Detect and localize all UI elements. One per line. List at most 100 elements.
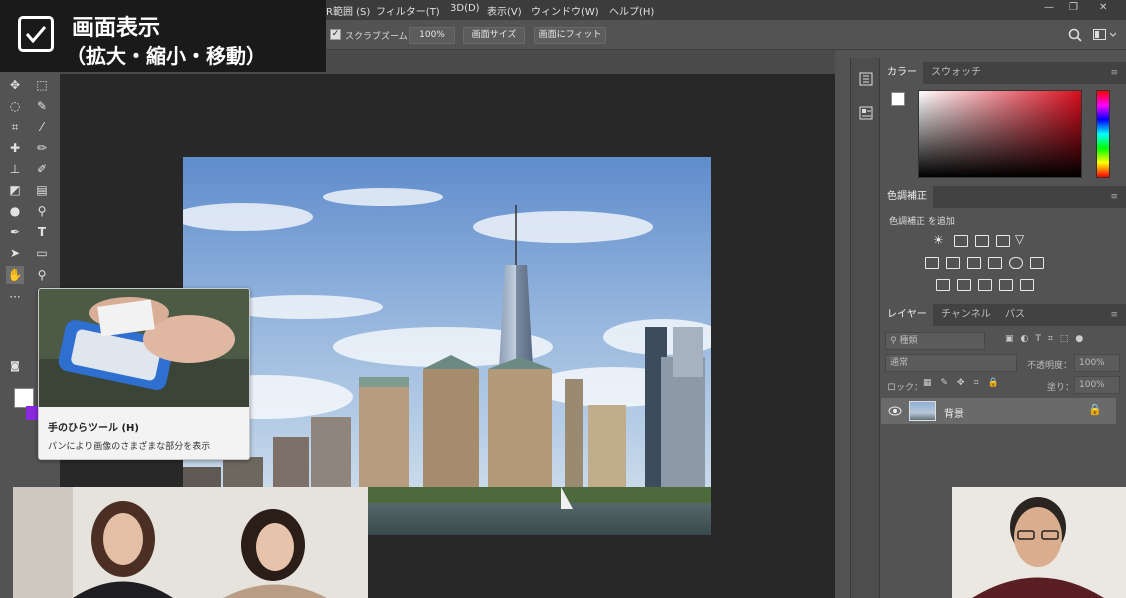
marquee-tool-icon[interactable]: ⬚ xyxy=(33,76,51,94)
color-balance-icon[interactable] xyxy=(946,257,960,269)
brightness-icon[interactable]: ☀ xyxy=(933,233,944,247)
properties-panel-icon[interactable] xyxy=(859,106,873,120)
tab-adjustments[interactable]: 色調補正 xyxy=(881,186,933,208)
fill-label: 塗り： xyxy=(1047,383,1075,393)
checkbox-icon xyxy=(18,16,54,52)
layer-kind-filter[interactable]: ⚲ 種類 xyxy=(885,332,985,350)
color-panel-header: カラー スウォッチ ≡ xyxy=(881,62,1126,84)
opacity-input[interactable]: 100% xyxy=(1074,354,1120,372)
photo-filter-icon[interactable] xyxy=(988,257,1002,269)
dodge-tool-icon[interactable]: ⚲ xyxy=(33,202,51,220)
quick-select-tool-icon[interactable]: ✎ xyxy=(33,97,51,115)
tab-swatches[interactable]: スウォッチ xyxy=(925,62,987,84)
lock-icons[interactable]: ▦✎✥⌗🔒 xyxy=(923,378,1008,388)
background-color-swatch[interactable] xyxy=(26,406,38,420)
blur-tool-icon[interactable]: ● xyxy=(6,202,24,220)
layer-thumbnail xyxy=(909,401,936,421)
edit-toolbar-icon[interactable]: ··· xyxy=(6,288,24,306)
hue-saturation-icon[interactable] xyxy=(925,257,939,269)
history-brush-tool-icon[interactable]: ✐ xyxy=(33,160,51,178)
levels-icon[interactable] xyxy=(954,235,968,247)
canvas-image[interactable] xyxy=(183,157,711,535)
menu-view[interactable]: 表示(V) xyxy=(487,3,522,18)
quick-mask-icon[interactable]: ◙ xyxy=(6,358,24,376)
layer-row-background[interactable]: 背景 🔒 xyxy=(881,398,1116,424)
scrubby-zoom-label: スクラブズーム xyxy=(345,32,408,42)
opacity-label: 不透明度： xyxy=(1027,361,1073,371)
search-icon[interactable] xyxy=(1068,28,1082,42)
add-adjustment-label: 色調補正 を追加 xyxy=(889,217,955,227)
history-panel-icon[interactable] xyxy=(859,72,873,86)
fit-screen-button[interactable]: 画面にフィット xyxy=(534,27,606,44)
foreground-color-swatch[interactable] xyxy=(14,388,34,408)
gradient-tool-icon[interactable]: ▤ xyxy=(33,181,51,199)
eyedropper-tool-icon[interactable]: ⁄ xyxy=(33,118,51,136)
workspace-icon[interactable] xyxy=(1093,29,1117,41)
zoom-tool-icon[interactable]: ⚲ xyxy=(33,266,51,284)
hand-tool-icon[interactable]: ✋ xyxy=(6,266,24,284)
panel-menu-icon[interactable]: ≡ xyxy=(1110,192,1118,202)
menu-filter[interactable]: フィルター(T) xyxy=(376,3,440,18)
eye-icon[interactable] xyxy=(888,405,902,417)
close-icon[interactable]: ✕ xyxy=(1099,2,1107,13)
blend-mode-select[interactable]: 通常 xyxy=(885,354,1017,372)
lock-label: ロック： xyxy=(887,383,924,393)
vibrance-icon[interactable]: ▽ xyxy=(1015,232,1024,246)
minimize-icon[interactable]: — xyxy=(1044,2,1054,13)
crop-tool-icon[interactable]: ⌗ xyxy=(6,118,24,136)
invert-icon[interactable] xyxy=(936,279,950,291)
curves-icon[interactable] xyxy=(975,235,989,247)
menu-window[interactable]: ウィンドウ(W) xyxy=(531,3,599,18)
path-select-tool-icon[interactable]: ➤ xyxy=(6,244,24,262)
webcam-instructor xyxy=(952,487,1126,598)
color-fg-swatch[interactable] xyxy=(891,92,905,106)
tooltip-preview-image xyxy=(39,289,249,407)
panel-menu-icon[interactable]: ≡ xyxy=(1110,68,1118,78)
presenters-image xyxy=(13,487,368,598)
gradient-map-icon[interactable] xyxy=(1020,279,1034,291)
menu-3d[interactable]: 3D(D) xyxy=(450,3,480,14)
tooltip-title: 手のひらツール (H) xyxy=(48,423,139,434)
menu-help[interactable]: ヘルプ(H) xyxy=(609,3,654,18)
channel-mixer-icon[interactable] xyxy=(1009,257,1023,269)
adjustments-panel-header: 色調補正 ≡ xyxy=(881,186,1126,208)
threshold-icon[interactable] xyxy=(978,279,992,291)
eraser-tool-icon[interactable]: ◩ xyxy=(6,181,24,199)
exposure-icon[interactable] xyxy=(996,235,1010,247)
layers-panel-header: レイヤー チャンネル パス ≡ xyxy=(881,304,1126,326)
rectangle-tool-icon[interactable]: ▭ xyxy=(33,244,51,262)
layer-filter-icons[interactable]: ▣◐T⌗⬚● xyxy=(1005,334,1090,344)
tab-layers[interactable]: レイヤー xyxy=(881,304,933,326)
lasso-tool-icon[interactable]: ◌ xyxy=(6,97,24,115)
fill-input[interactable]: 100% xyxy=(1074,376,1120,394)
title-line-1: 画面表示 xyxy=(72,16,161,41)
color-picker-field[interactable] xyxy=(918,90,1082,178)
clone-stamp-tool-icon[interactable]: ⊥ xyxy=(6,160,24,178)
brush-tool-icon[interactable]: ✏ xyxy=(33,139,51,157)
zoom-100-button[interactable]: 100% xyxy=(409,27,455,44)
type-tool-icon[interactable]: T xyxy=(33,223,51,241)
selective-color-icon[interactable] xyxy=(999,279,1013,291)
layer-name: 背景 xyxy=(944,409,964,420)
tooltip-description: パンにより画像のさまざまな部分を表示 xyxy=(48,442,211,452)
tab-channels[interactable]: チャンネル xyxy=(935,304,997,326)
webcam-presenters-left xyxy=(13,487,368,598)
posterize-icon[interactable] xyxy=(957,279,971,291)
collapsed-panel-strip xyxy=(850,58,880,598)
healing-brush-tool-icon[interactable]: ✚ xyxy=(6,139,24,157)
menu-select[interactable]: R範囲 (S) xyxy=(326,3,370,18)
tab-color[interactable]: カラー xyxy=(881,62,923,84)
pen-tool-icon[interactable]: ✒ xyxy=(6,223,24,241)
color-lookup-icon[interactable] xyxy=(1030,257,1044,269)
panel-menu-icon[interactable]: ≡ xyxy=(1110,310,1118,320)
move-tool-icon[interactable]: ✥ xyxy=(6,76,24,94)
fit-screen-size-button[interactable]: 画面サイズ xyxy=(463,27,525,44)
tab-paths[interactable]: パス xyxy=(999,304,1031,326)
title-line-2: （拡大・縮小・移動） xyxy=(66,44,266,68)
restore-icon[interactable]: ❐ xyxy=(1069,2,1078,13)
video-title-overlay: 画面表示 （拡大・縮小・移動） xyxy=(0,0,326,72)
black-white-icon[interactable] xyxy=(967,257,981,269)
instructor-image xyxy=(952,487,1126,598)
scrubby-zoom-checkbox[interactable]: ✓ xyxy=(330,29,341,40)
hue-slider[interactable] xyxy=(1096,90,1110,178)
